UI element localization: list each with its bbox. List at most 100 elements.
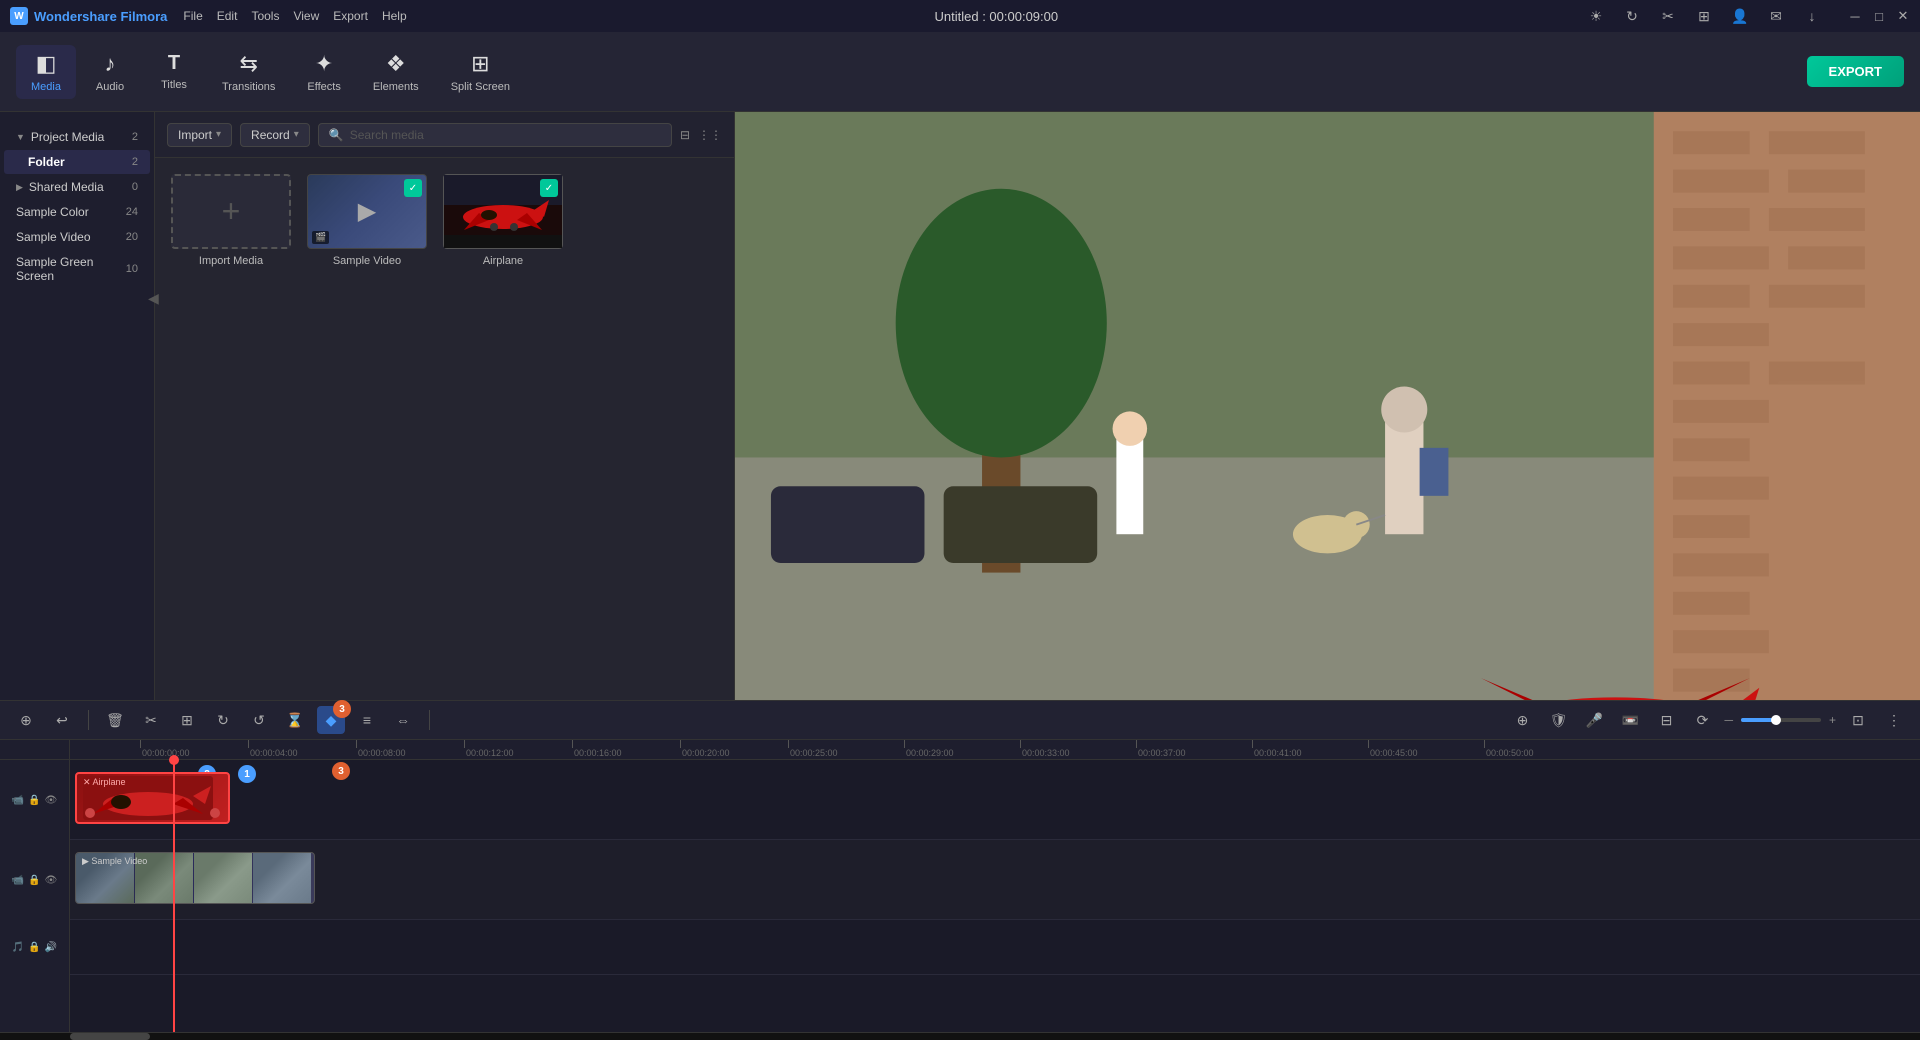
zoom-plus[interactable]: +	[1829, 713, 1836, 727]
track-2-lock-icon[interactable]: 🔒	[28, 875, 40, 886]
maximize-button[interactable]: □	[1872, 9, 1886, 23]
export-button[interactable]: EXPORT	[1807, 56, 1904, 87]
settings-icon[interactable]: ☀	[1586, 6, 1606, 26]
timeline-add-icon[interactable]: ⊕	[1508, 706, 1536, 734]
toolbar-transitions[interactable]: ⇆ Transitions	[208, 45, 289, 99]
import-dropdown[interactable]: Import ▾	[167, 123, 232, 147]
person-icon[interactable]: 👤	[1730, 6, 1750, 26]
audio-vol-icon[interactable]: 🔊	[45, 942, 57, 953]
menu-view[interactable]: View	[293, 9, 319, 23]
airplane-clip[interactable]: ✕ Airplane	[75, 772, 230, 824]
tracks-scroll-area[interactable]: 00:00:00:00 00:00:04:00 00:00:08:00 00:0…	[70, 740, 1920, 1032]
sidebar-item-project-media[interactable]: ▼ Project Media 2	[4, 125, 150, 149]
timeline-ruler: 00:00:00:00 00:00:04:00 00:00:08:00 00:0…	[70, 740, 1920, 760]
scrollbar-thumb[interactable]	[70, 1033, 150, 1040]
sample-video-item[interactable]: ▶ 🎬 ✓ Sample Video	[307, 174, 427, 267]
ruler-mark-2: 00:00:08:00	[356, 740, 464, 759]
undo-button[interactable]: ↩	[48, 706, 76, 734]
cut-button[interactable]: ✂	[137, 706, 165, 734]
filter-icon[interactable]: ⊟	[680, 128, 690, 142]
keyframe-btn-wrapper: ◆ 3	[317, 706, 345, 734]
track-2-icons: 📹 🔒 👁	[12, 875, 58, 886]
sidebar-item-shared-media[interactable]: ▶ Shared Media 0	[4, 175, 150, 199]
timeline-area: ⊕ ↩ 🗑 ✂ ⊞ ↻ ↺ ⌛ ◆ 3 ≡ ⇔ ⊕ 🛡 🎤 📼 ⊟ ⟳ ─ +	[0, 700, 1920, 1040]
audio-type-icon: 🎵	[12, 942, 24, 953]
timeline-shield-icon[interactable]: 🛡	[1544, 706, 1572, 734]
menu-edit[interactable]: Edit	[217, 9, 238, 23]
record-dropdown[interactable]: Record ▾	[240, 123, 310, 147]
sidebar-item-folder[interactable]: Folder 2	[4, 150, 150, 174]
track-controls-column: 📹 🔒 👁 📹 🔒 👁 🎵 🔒 🔊	[0, 740, 70, 1032]
motion-button[interactable]: ⇔	[389, 706, 417, 734]
titlebar-menu[interactable]: File Edit Tools View Export Help	[183, 9, 406, 23]
timeline-mic-icon[interactable]: 🎤	[1580, 706, 1608, 734]
toolbar-divider-2	[429, 710, 430, 730]
window-controls[interactable]: ─ □ ✕	[1848, 9, 1910, 23]
airplane-item[interactable]: ✓ Airplane	[443, 174, 563, 267]
toolbar-split-screen[interactable]: ⊞ Split Screen	[437, 45, 524, 99]
sidebar-section-project: ▼ Project Media 2 Folder 2 ▶ Shared Medi…	[0, 120, 154, 293]
toolbar-elements[interactable]: ❖ Elements	[359, 45, 433, 99]
crop-button[interactable]: ⊞	[173, 706, 201, 734]
toolbar-titles[interactable]: T Titles	[144, 46, 204, 97]
audio-lock-icon[interactable]: 🔒	[28, 942, 40, 953]
ruler-mark-11: 00:00:45:00	[1368, 740, 1484, 759]
menu-tools[interactable]: Tools	[251, 9, 279, 23]
zoom-fit-icon[interactable]: ⊡	[1844, 706, 1872, 734]
track-1-eye-icon[interactable]: 👁	[45, 795, 58, 806]
sidebar-collapse-arrow[interactable]: ◀	[148, 290, 155, 307]
search-box[interactable]: 🔍 Search media	[318, 123, 672, 147]
track-1-lock-icon[interactable]: 🔒	[28, 795, 40, 806]
ruler-mark-6: 00:00:25:00	[788, 740, 904, 759]
sidebar-item-sample-green[interactable]: Sample Green Screen 10	[4, 250, 150, 288]
sample-video-label: Sample Video	[16, 230, 91, 244]
track-header-1: 📹 🔒 👁	[0, 760, 70, 840]
ruler-mark-4: 00:00:16:00	[572, 740, 680, 759]
zoom-minus[interactable]: ─	[1724, 713, 1733, 727]
audio-button[interactable]: ≡	[353, 706, 381, 734]
timeline-scrollbar[interactable]	[0, 1032, 1920, 1040]
rotate-button[interactable]: ↻	[209, 706, 237, 734]
ruler-mark-0: 00:00:00:00	[140, 740, 248, 759]
sample-color-label: Sample Color	[16, 205, 89, 219]
sidebar-item-sample-color[interactable]: Sample Color 24	[4, 200, 150, 224]
right-resize-handle[interactable]	[210, 808, 220, 818]
sample-video-clip[interactable]: ▶ Sample Video	[75, 852, 315, 904]
shared-media-label: Shared Media	[29, 180, 104, 194]
timeline-right-controls: ⊕ 🛡 🎤 📼 ⊟ ⟳ ─ + ⊡ ⋮	[1508, 706, 1908, 734]
import-media-item[interactable]: + Import Media	[171, 174, 291, 267]
sidebar-item-sample-video[interactable]: Sample Video 20	[4, 225, 150, 249]
left-resize-handle[interactable]	[85, 808, 95, 818]
timeline-crop-icon[interactable]: ⊟	[1652, 706, 1680, 734]
audio-track-body	[70, 920, 1920, 974]
clip-frame-4	[253, 853, 311, 903]
grid-icon[interactable]: ⊞	[1694, 6, 1714, 26]
grid-view-icon[interactable]: ⋮⋮	[698, 128, 722, 142]
download-icon[interactable]: ↓	[1802, 6, 1822, 26]
toolbar-effects[interactable]: ✦ Effects	[293, 45, 354, 99]
speed-button[interactable]: ⌛	[281, 706, 309, 734]
scissors-icon[interactable]: ✂	[1658, 6, 1678, 26]
zoom-slider[interactable]	[1741, 718, 1821, 722]
preview-video-area	[735, 112, 1920, 700]
sync-icon[interactable]: ↻	[1622, 6, 1642, 26]
timeline-record-icon[interactable]: 📼	[1616, 706, 1644, 734]
add-track-button[interactable]: ⊕	[12, 706, 40, 734]
toolbar-audio[interactable]: ♪ Audio	[80, 45, 140, 99]
menu-export[interactable]: Export	[333, 9, 368, 23]
delete-button[interactable]: 🗑	[101, 706, 129, 734]
sample-video-item-label: Sample Video	[333, 255, 401, 267]
menu-help[interactable]: Help	[382, 9, 407, 23]
minimize-button[interactable]: ─	[1848, 9, 1862, 23]
track-1-type-icon: 📹	[12, 795, 24, 806]
close-button[interactable]: ✕	[1896, 9, 1910, 23]
mirror-button[interactable]: ↺	[245, 706, 273, 734]
toolbar-media[interactable]: ◧ Media	[16, 45, 76, 99]
mail-icon[interactable]: ✉	[1766, 6, 1786, 26]
more-icon[interactable]: ⋮	[1880, 706, 1908, 734]
track-header-2: 📹 🔒 👁	[0, 840, 70, 920]
track-2-eye-icon[interactable]: 👁	[45, 875, 58, 886]
timeline-loop-icon[interactable]: ⟳	[1688, 706, 1716, 734]
media-panel: Import ▾ Record ▾ 🔍 Search media ⊟ ⋮⋮ +	[155, 112, 735, 700]
menu-file[interactable]: File	[183, 9, 202, 23]
